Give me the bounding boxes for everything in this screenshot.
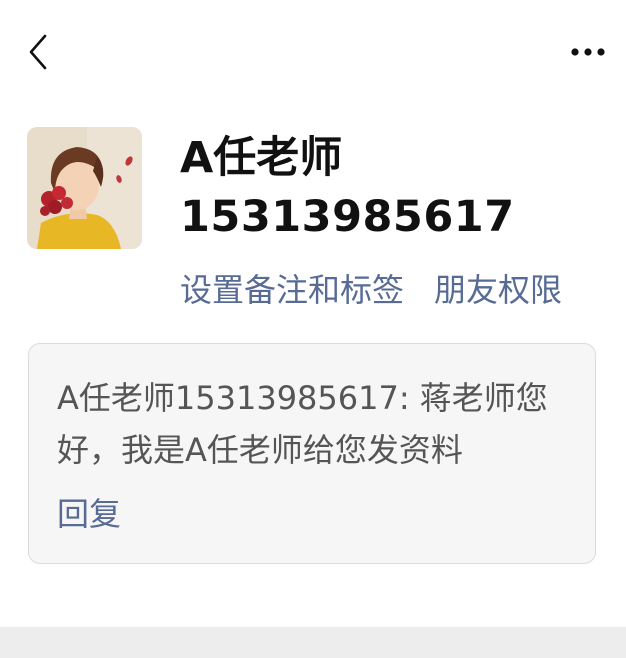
ellipsis-icon [571,48,605,56]
friend-request-message: A任老师15313985617: 蒋老师您好，我是A任老师给您发资料 [57,379,548,469]
friend-request-message-card: A任老师15313985617: 蒋老师您好，我是A任老师给您发资料 回复 [28,343,596,564]
friend-permissions-link[interactable]: 朋友权限 [434,266,562,314]
more-options-button[interactable] [564,32,612,72]
section-divider [0,627,626,658]
avatar[interactable] [27,127,142,249]
contact-name: A任老师 [180,133,343,183]
chevron-left-icon [29,34,47,70]
set-remark-and-tags-link[interactable]: 设置备注和标签 [180,266,404,314]
back-button[interactable] [18,30,58,74]
profile-actions: 设置备注和标签 朋友权限 [180,266,562,314]
contact-id: 15313985617 [180,192,515,242]
reply-link[interactable]: 回复 [57,490,121,538]
avatar-image [27,127,142,249]
